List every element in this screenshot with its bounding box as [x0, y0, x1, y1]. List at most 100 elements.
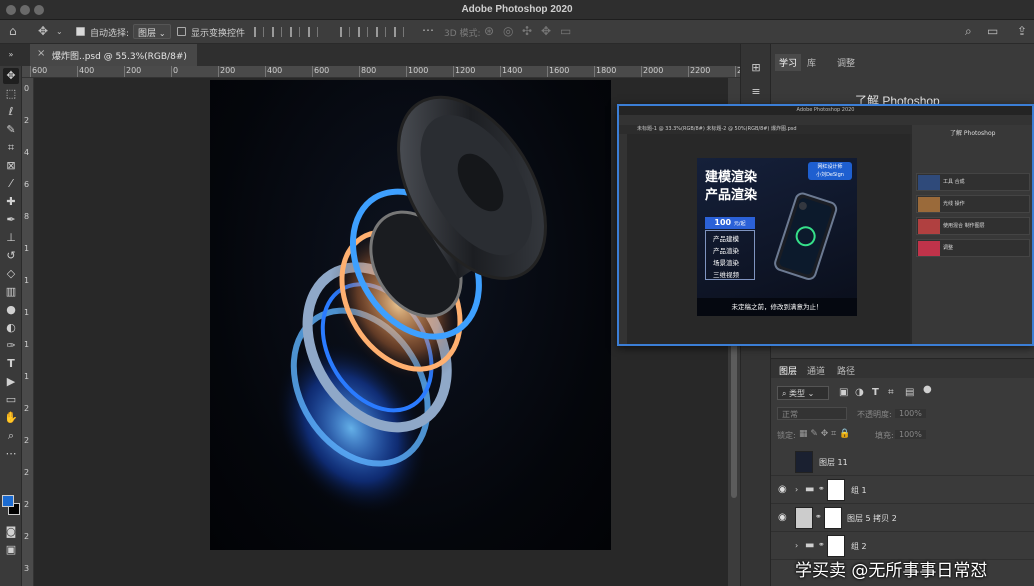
expand-group-icon[interactable]: › — [795, 541, 798, 550]
link-icon[interactable]: ⚭ — [818, 540, 825, 549]
screen-mode-icon[interactable]: ▣ — [3, 542, 19, 558]
type-filter-icon[interactable]: T — [872, 387, 879, 398]
eraser-tool-icon[interactable]: ◇ — [3, 266, 19, 282]
history-panel-icon[interactable]: ⊞ — [748, 60, 764, 76]
home-icon[interactable]: ⌂ — [9, 24, 17, 38]
align-hcenter-icon[interactable] — [272, 27, 282, 37]
dodge-tool-icon[interactable]: ◐ — [3, 320, 19, 336]
layer-row[interactable]: 图层 11 — [771, 448, 1034, 476]
ruler-tick-label: 2200 — [690, 66, 711, 75]
distribute-top-icon[interactable] — [394, 27, 404, 37]
edit-toolbar-icon[interactable]: ⋯ — [3, 446, 19, 462]
layer-thumbnail — [795, 507, 813, 529]
ruler-tick-mark — [688, 66, 689, 77]
mask-thumbnail[interactable] — [827, 535, 845, 557]
crop-tool-icon[interactable]: ⌗ — [3, 140, 19, 156]
title-bar: Adobe Photoshop 2020 — [0, 0, 1034, 20]
layer-row[interactable]: ◉ › ▬ ⚭ 组 1 — [771, 476, 1034, 504]
tutorial-row: 调整 — [916, 239, 1030, 257]
scale-3d-icon[interactable]: ▭ — [560, 24, 571, 38]
pen-tool-icon[interactable]: ✑ — [3, 338, 19, 354]
align-top-icon[interactable] — [308, 27, 318, 37]
lock-pixels-icon[interactable]: ▦ ✎ ✥ ⌗ 🔒 — [799, 429, 850, 439]
foreground-color-swatch[interactable] — [2, 495, 14, 507]
folder-icon: ▬ — [805, 540, 815, 551]
mask-thumbnail[interactable] — [827, 479, 845, 501]
exploded-speaker-image — [273, 95, 547, 518]
search-icon[interactable]: ⌕ — [965, 24, 972, 39]
tab-learn[interactable]: 学习 — [775, 54, 802, 71]
align-left-icon[interactable] — [254, 27, 264, 37]
slide-3d-icon[interactable]: ✥ — [541, 24, 551, 38]
clone-stamp-tool-icon[interactable]: ⊥ — [3, 230, 19, 246]
workspace-icon[interactable]: ▭ — [987, 24, 998, 38]
tab-libraries[interactable]: 库 — [807, 56, 816, 69]
layer-name: 图层 5 拷贝 2 — [847, 514, 897, 523]
more-options-icon[interactable]: ⋯ — [422, 23, 434, 37]
drag-3d-icon[interactable]: ✣ — [522, 24, 532, 38]
link-icon[interactable]: ⚭ — [815, 512, 822, 521]
frame-tool-icon[interactable]: ⊠ — [3, 158, 19, 174]
quick-select-tool-icon[interactable]: ✎ — [3, 122, 19, 138]
distribute-left-icon[interactable] — [340, 27, 350, 37]
marquee-tool-icon[interactable]: ⬚ — [3, 86, 19, 102]
layer-filter-select[interactable]: ⌕ 类型 ⌄ — [777, 386, 829, 400]
tab-adjustments[interactable]: 调整 — [837, 56, 855, 69]
move-tool-icon[interactable]: ✥ — [38, 24, 48, 38]
ruler-tick-label: 200 — [220, 66, 236, 75]
brush-tool-icon[interactable]: ✒ — [3, 212, 19, 228]
history-brush-tool-icon[interactable]: ↺ — [3, 248, 19, 264]
shape-filter-icon[interactable]: ⌗ — [888, 387, 894, 398]
rectangle-tool-icon[interactable]: ▭ — [3, 392, 19, 408]
lasso-tool-icon[interactable]: ℓ — [3, 104, 19, 120]
orbit-3d-icon[interactable]: ⊛ — [484, 24, 494, 38]
pixel-filter-icon[interactable]: ▣ — [839, 387, 848, 398]
auto-select-checkbox[interactable] — [76, 27, 85, 36]
chevron-down-icon[interactable]: ⌄ — [56, 27, 63, 36]
tab-layers[interactable]: 图层 — [779, 364, 797, 377]
properties-panel-icon[interactable]: ≡ — [748, 84, 764, 100]
ruler-tick-mark — [500, 66, 501, 77]
distribute-hcenter-icon[interactable] — [358, 27, 368, 37]
align-right-icon[interactable] — [290, 27, 300, 37]
tab-paths[interactable]: 路径 — [837, 364, 855, 377]
path-select-tool-icon[interactable]: ▶ — [3, 374, 19, 390]
blur-tool-icon[interactable]: ● — [3, 302, 19, 318]
eyedropper-tool-icon[interactable]: ⁄ — [3, 176, 19, 192]
document-tab[interactable]: × 爆炸图..psd @ 55.3%(RGB/8#) — [30, 44, 197, 66]
auto-select-target-select[interactable]: 图层 ⌄ — [133, 24, 171, 39]
link-icon[interactable]: ⚭ — [818, 484, 825, 493]
tutorial-title: 调整 — [943, 245, 954, 251]
smart-object-filter-icon[interactable]: ▤ — [905, 387, 914, 398]
eye-icon[interactable]: ◉ — [778, 484, 787, 495]
close-tab-icon[interactable]: × — [37, 48, 45, 59]
artboard[interactable] — [210, 80, 611, 550]
quick-mask-icon[interactable]: ◙ — [3, 524, 19, 540]
roll-3d-icon[interactable]: ◎ — [503, 24, 513, 38]
adjustment-filter-icon[interactable]: ◑ — [855, 387, 864, 398]
filter-toggle-icon[interactable]: ● — [923, 384, 932, 395]
zoom-tool-icon[interactable]: ⌕ — [3, 428, 19, 444]
hand-tool-icon[interactable]: ✋ — [3, 410, 19, 426]
show-transform-checkbox[interactable] — [177, 27, 186, 36]
type-tool-icon[interactable]: T — [3, 356, 19, 372]
opacity-value[interactable]: 100% — [895, 409, 926, 418]
expand-group-icon[interactable]: › — [795, 485, 798, 494]
move-tool-icon[interactable]: ✥ — [3, 68, 19, 84]
tab-channels[interactable]: 通道 — [807, 364, 825, 377]
eye-icon[interactable]: ◉ — [778, 512, 787, 523]
blend-mode-select[interactable]: 正常 — [777, 407, 847, 420]
ruler-tick-mark — [30, 66, 31, 77]
collapse-toolbar-icon[interactable]: » — [3, 47, 19, 63]
mask-thumbnail[interactable] — [824, 507, 842, 529]
layer-name: 组 1 — [851, 486, 867, 495]
layer-row[interactable]: ◉ ⚭ 图层 5 拷贝 2 — [771, 504, 1034, 532]
distribute-right-icon[interactable] — [376, 27, 386, 37]
gradient-tool-icon[interactable]: ▥ — [3, 284, 19, 300]
ruler-tick-mark — [171, 66, 172, 77]
tutorial-row: 使用混合 制作图层 — [916, 217, 1030, 235]
share-icon[interactable]: ⇪ — [1017, 24, 1027, 38]
ruler-tick-label: 2 — [24, 116, 30, 125]
healing-brush-tool-icon[interactable]: ✚ — [3, 194, 19, 210]
fill-value[interactable]: 100% — [895, 430, 926, 439]
